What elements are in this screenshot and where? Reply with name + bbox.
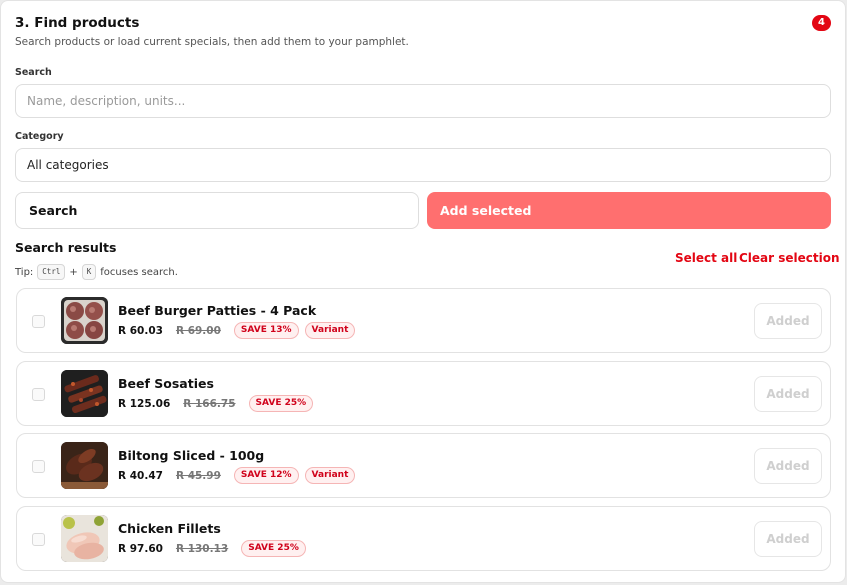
kbd-ctrl: Ctrl <box>37 264 66 280</box>
product-old-price: R 45.99 <box>175 469 221 482</box>
save-badge: SAVE 13% <box>233 322 299 339</box>
product-price: R 60.03 <box>118 324 163 337</box>
price-row: R 97.60 R 130.13 SAVE 25% <box>118 540 306 557</box>
price-row: R 40.47 R 45.99 SAVE 12% Variant <box>118 467 356 484</box>
section-subtitle: Search products or load current specials… <box>15 36 409 48</box>
added-button[interactable]: Added <box>754 376 822 412</box>
product-old-price: R 166.75 <box>183 397 236 410</box>
save-badge: SAVE 25% <box>248 395 314 412</box>
tip-prefix: Tip: <box>15 266 34 278</box>
result-card: Biltong Sliced - 100g R 40.47 R 45.99 SA… <box>16 433 831 498</box>
sosaties-icon <box>61 370 108 417</box>
find-products-panel: 3. Find products 4 Search products or lo… <box>0 0 846 583</box>
added-button[interactable]: Added <box>754 303 822 339</box>
product-price: R 97.60 <box>118 542 163 555</box>
burger-patties-icon <box>61 297 108 344</box>
variant-badge: Variant <box>304 467 356 484</box>
result-card: Chicken Fillets R 97.60 R 130.13 SAVE 25… <box>16 506 831 571</box>
category-select[interactable]: All categories <box>15 148 831 182</box>
section-title: 3. Find products <box>15 15 140 31</box>
price-row: R 125.06 R 166.75 SAVE 25% <box>118 395 314 412</box>
product-name: Biltong Sliced - 100g <box>118 448 265 463</box>
result-card: Beef Burger Patties - 4 Pack R 60.03 R 6… <box>16 288 831 353</box>
save-badge: SAVE 25% <box>241 540 306 557</box>
keyboard-tip: Tip: Ctrl + K focuses search. <box>15 264 178 280</box>
product-old-price: R 130.13 <box>175 542 229 555</box>
select-checkbox[interactable] <box>32 315 45 328</box>
clear-selection-link[interactable]: Clear selection <box>739 251 840 265</box>
product-name: Beef Burger Patties - 4 Pack <box>118 303 317 318</box>
product-name: Beef Sosaties <box>118 376 214 391</box>
search-input[interactable] <box>15 84 831 118</box>
search-label: Search <box>15 67 52 78</box>
chicken-fillets-icon <box>61 515 108 562</box>
result-card: Beef Sosaties R 125.06 R 166.75 SAVE 25%… <box>16 361 831 426</box>
kbd-k: K <box>81 264 97 280</box>
select-all-link[interactable]: Select all <box>675 251 737 265</box>
category-label: Category <box>15 131 64 142</box>
product-price: R 125.06 <box>118 397 171 410</box>
select-checkbox[interactable] <box>32 533 45 546</box>
product-name: Chicken Fillets <box>118 521 221 536</box>
search-button[interactable]: Search <box>15 192 419 229</box>
biltong-icon <box>61 442 108 489</box>
count-badge: 4 <box>812 15 831 31</box>
product-price: R 40.47 <box>118 469 163 482</box>
added-button[interactable]: Added <box>754 448 822 484</box>
tip-suffix: focuses search. <box>100 266 178 278</box>
variant-badge: Variant <box>304 322 356 339</box>
added-button[interactable]: Added <box>754 521 822 557</box>
product-old-price: R 69.00 <box>175 324 221 337</box>
select-checkbox[interactable] <box>32 460 45 473</box>
results-heading: Search results <box>15 240 117 255</box>
price-row: R 60.03 R 69.00 SAVE 13% Variant <box>118 322 356 339</box>
add-selected-button[interactable]: Add selected <box>427 192 831 229</box>
tip-plus: + <box>69 266 78 278</box>
save-badge: SAVE 12% <box>233 467 299 484</box>
select-checkbox[interactable] <box>32 388 45 401</box>
